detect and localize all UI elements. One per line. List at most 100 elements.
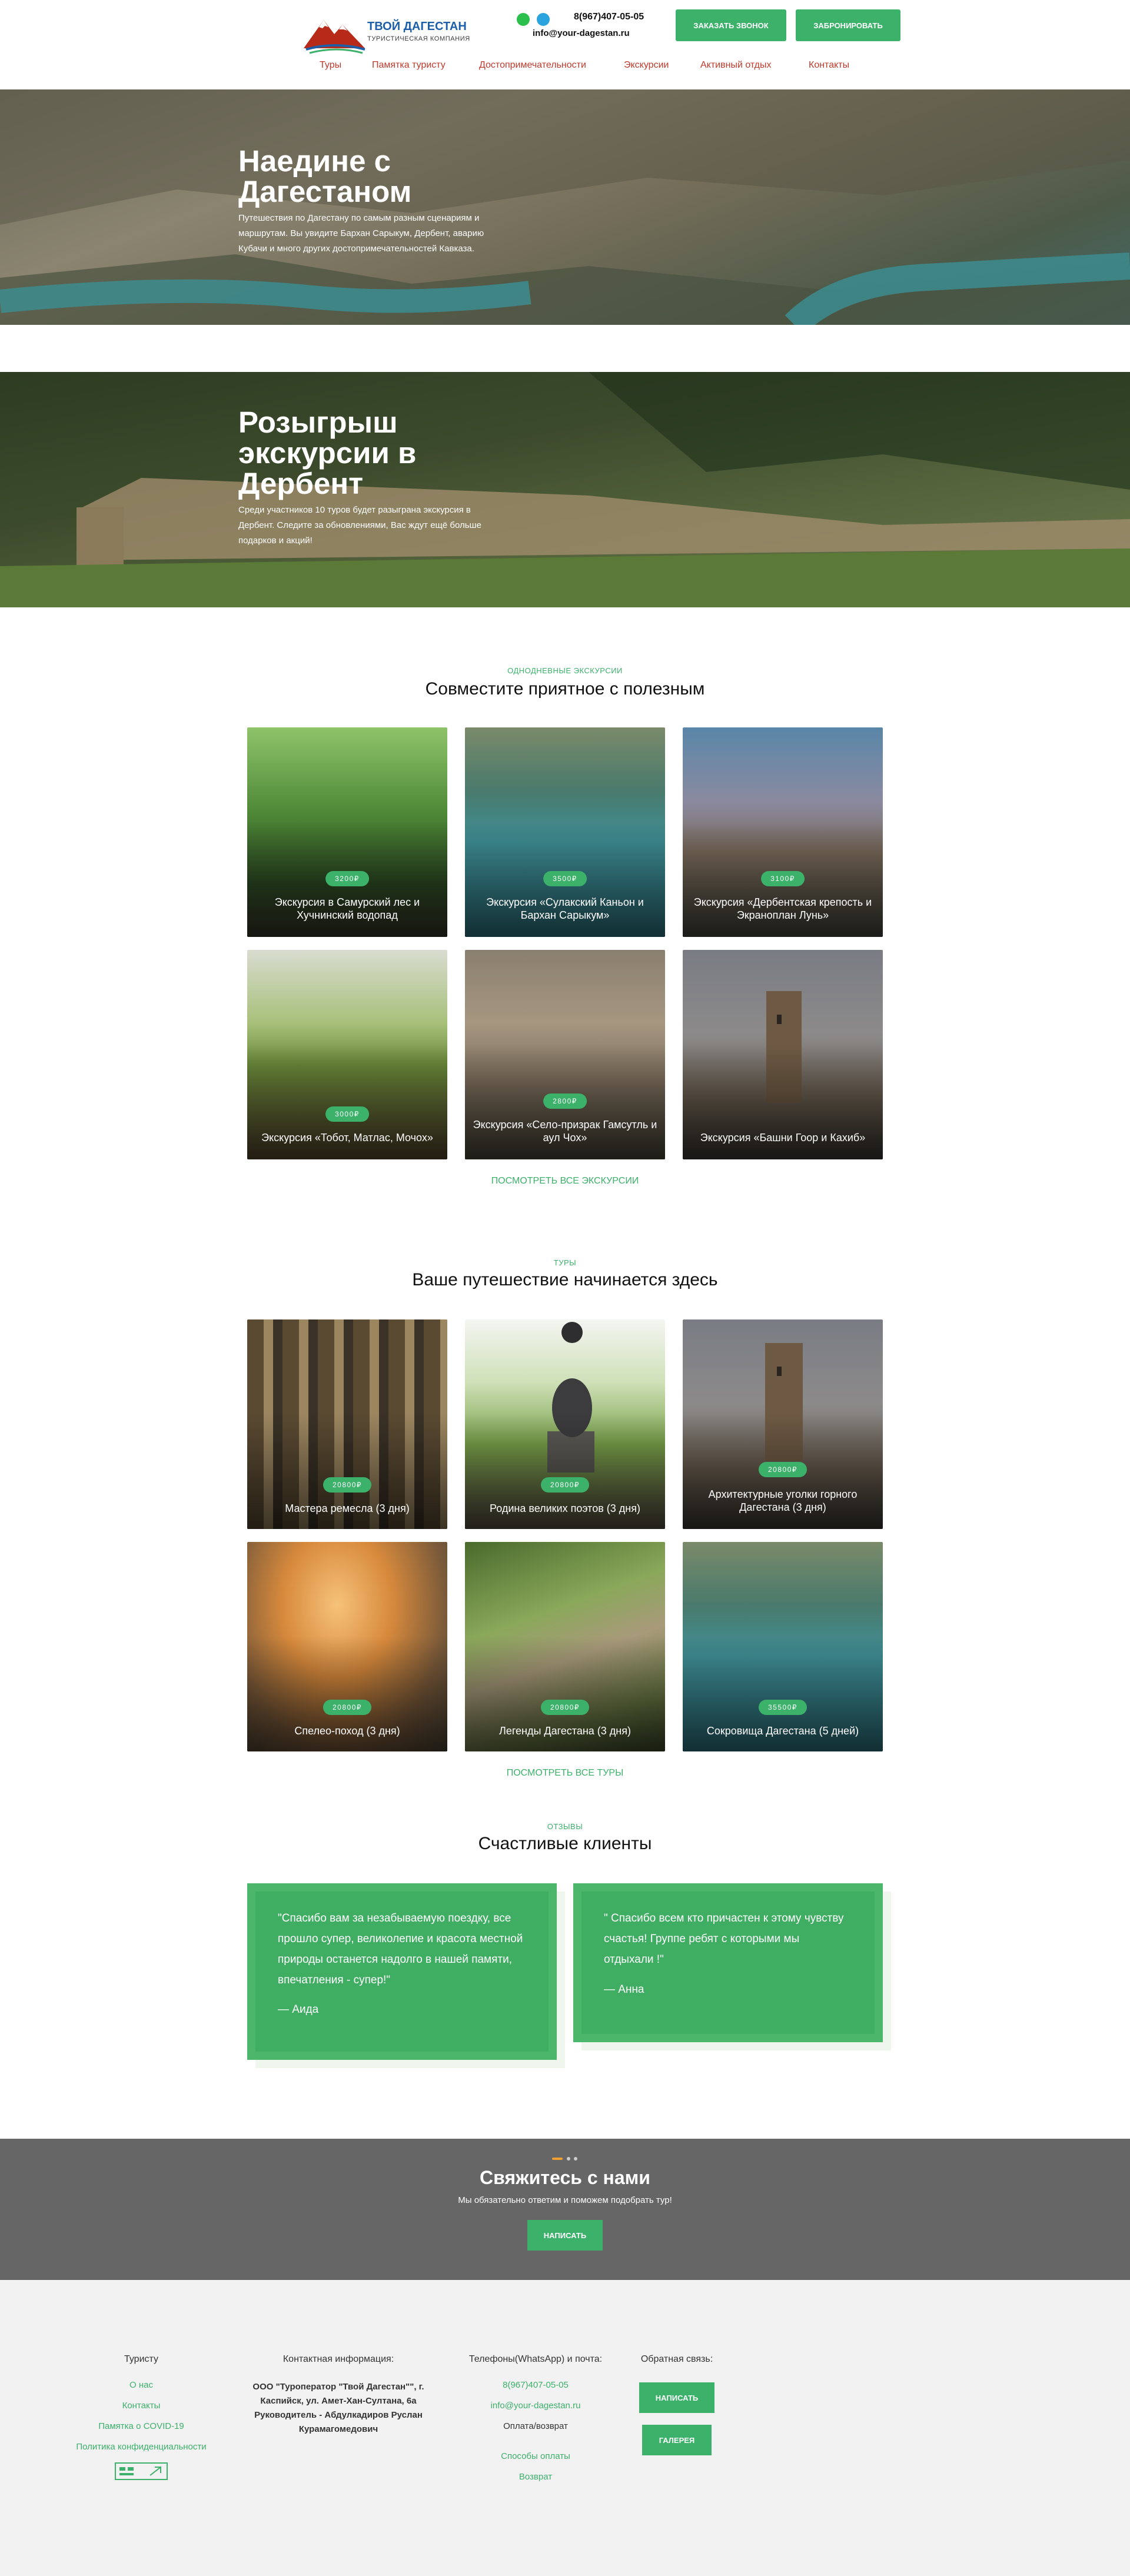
tour-title: Спелео-поход (3 дня) xyxy=(294,1725,400,1737)
all-tours-link[interactable]: ПОСМОТРЕТЬ ВСЕ ТУРЫ xyxy=(0,1768,1130,1779)
footer-link-privacy[interactable]: Политика конфиденциальности xyxy=(59,2442,224,2452)
excursions-eyebrow: ОДНОДНЕВНЫЕ ЭКСКУРСИИ xyxy=(507,666,623,675)
excursion-title: Экскурсия «Село-призрак Гамсутль и аул Ч… xyxy=(473,1119,657,1144)
all-excursions-link[interactable]: ПОСМОТРЕТЬ ВСЕ ЭКСКУРСИИ xyxy=(0,1176,1130,1186)
hero-description: Путешествия по Дагестану по самым разным… xyxy=(238,213,484,254)
review-card: "Спасибо вам за незабываемую поездку, вс… xyxy=(247,1883,557,2060)
nav-item-sights[interactable]: Достопримечательности xyxy=(479,60,586,71)
tours-title: Ваше путешествие начинается здесь xyxy=(412,1270,718,1289)
excursion-card[interactable]: 3100₽ Экскурсия «Дербентская крепость и … xyxy=(683,727,883,937)
footer-email[interactable]: info@your-dagestan.ru xyxy=(453,2401,618,2411)
price-badge: 35500₽ xyxy=(758,1700,807,1715)
footer-link-covid[interactable]: Памятка о COVID-19 xyxy=(59,2421,224,2431)
nav-item-excursions[interactable]: Экскурсии xyxy=(624,60,669,71)
excursion-card[interactable]: 3000₽ Экскурсия «Тобот, Матлас, Мочох» xyxy=(247,950,447,1159)
company-info: ООО "Туроператор "Твой Дагестан"", г. Ка… xyxy=(252,2382,424,2434)
logo[interactable]: ТВОЙ ДАГЕСТАН ТУРИСТИЧЕСКАЯ КОМПАНИЯ xyxy=(301,13,470,55)
nav-item-contacts[interactable]: Контакты xyxy=(809,60,849,71)
tour-card[interactable]: 20800₽ Легенды Дагестана (3 дня) xyxy=(465,1542,665,1751)
nav-item-tourist-memo[interactable]: Памятка туристу xyxy=(372,60,446,71)
site-header: ТВОЙ ДАГЕСТАН ТУРИСТИЧЕСКАЯ КОМПАНИЯ 8(9… xyxy=(0,0,1130,89)
excursion-title: Экскурсия «Дербентская крепость и Экрано… xyxy=(693,896,872,921)
excursion-title: Экскурсия «Башни Гоор и Кахиб» xyxy=(700,1132,866,1144)
excursions-title: Совместите приятное с полезным xyxy=(425,679,705,699)
price-badge: 20800₽ xyxy=(758,1462,807,1477)
payment-heading: Оплата/возврат xyxy=(503,2421,568,2431)
footer-heading: Телефоны(WhatsApp) и почта: xyxy=(468,2354,603,2364)
review-text: "Спасибо вам за незабываемую поездку, вс… xyxy=(278,1912,523,1986)
promo-title: Розыгрыш экскурсии в Дербент xyxy=(238,405,417,500)
footer-link-return[interactable]: Возврат xyxy=(453,2472,618,2482)
footer-col-feedback: Обратная связь: НАПИСАТЬ ГАЛЕРЕЯ xyxy=(624,2354,730,2455)
footer-heading: Обратная связь: xyxy=(640,2354,713,2364)
promo-banner: Розыгрыш экскурсии в Дербент Среди участ… xyxy=(0,372,1130,607)
main-nav: Туры Памятка туристу Достопримечательнос… xyxy=(0,60,1130,75)
price-badge: 3200₽ xyxy=(325,871,369,886)
canyon-image xyxy=(0,89,1130,325)
review-author: — Аида xyxy=(278,2003,319,2016)
derbent-fortress-image xyxy=(0,372,1130,607)
excursion-title: Экскурсия в Самурский лес и Хучнинский в… xyxy=(274,896,420,921)
tour-card[interactable]: 35500₽ Сокровища Дагестана (5 дней) xyxy=(683,1542,883,1751)
header-phone[interactable]: 8(967)407-05-05 xyxy=(574,12,644,22)
contact-subtitle: Мы обязательно ответим и поможем подобра… xyxy=(458,2195,672,2205)
review-card: " Спасибо всем кто причастен к этому чув… xyxy=(573,1883,883,2042)
price-badge: 20800₽ xyxy=(323,1700,372,1715)
logo-name: ТВОЙ ДАГЕСТАН xyxy=(367,20,467,33)
tour-card[interactable]: 20800₽ Спелео-поход (3 дня) xyxy=(247,1542,447,1751)
gallery-button[interactable]: ГАЛЕРЕЯ xyxy=(642,2425,712,2455)
tour-card[interactable]: 20800₽ Архитектурные уголки горного Даге… xyxy=(683,1319,883,1529)
hero-banner: Наедине с Дагестаном Путешествия по Даге… xyxy=(0,89,1130,325)
whatsapp-icon[interactable] xyxy=(517,13,530,26)
header-email[interactable]: info@your-dagestan.ru xyxy=(533,28,630,38)
promo-description: Среди участников 10 туров будет разыгран… xyxy=(238,505,481,546)
tour-title: Легенды Дагестана (3 дня) xyxy=(499,1725,631,1737)
site-footer: Туристу О нас Контакты Памятка о COVID-1… xyxy=(0,2280,1130,2576)
nav-item-tours[interactable]: Туры xyxy=(320,60,341,71)
footer-phone[interactable]: 8(967)407-05-05 xyxy=(453,2380,618,2390)
price-badge: 20800₽ xyxy=(540,1477,590,1493)
footer-link-payment[interactable]: Способы оплаты xyxy=(453,2451,618,2461)
tour-title: Мастера ремесла (3 дня) xyxy=(285,1503,410,1514)
footer-link-about[interactable]: О нас xyxy=(59,2380,224,2390)
price-badge: 20800₽ xyxy=(323,1477,372,1493)
slider-dots-icon[interactable] xyxy=(552,2156,578,2161)
footer-col-phones: Телефоны(WhatsApp) и почта: 8(967)407-05… xyxy=(453,2354,618,2492)
review-text: " Спасибо всем кто причастен к этому чув… xyxy=(604,1912,844,1966)
call-request-button[interactable]: ЗАКАЗАТЬ ЗВОНОК xyxy=(676,9,786,41)
price-badge: 20800₽ xyxy=(540,1700,590,1715)
write-button[interactable]: НАПИСАТЬ xyxy=(527,2220,603,2251)
telegram-icon[interactable] xyxy=(537,13,550,26)
review-author: — Анна xyxy=(604,1983,644,1996)
footer-link-contacts[interactable]: Контакты xyxy=(59,2401,224,2411)
tour-card[interactable]: 20800₽ Мастера ремесла (3 дня) xyxy=(247,1319,447,1529)
tour-title: Родина великих поэтов (3 дня) xyxy=(490,1503,640,1514)
excursion-card[interactable]: 2800₽ Экскурсия «Село-призрак Гамсутль и… xyxy=(465,950,665,1159)
nav-item-active-rest[interactable]: Активный отдых xyxy=(700,60,772,71)
excursion-card[interactable]: 3500₽ Экскурсия «Сулакский Каньон и Барх… xyxy=(465,727,665,937)
price-badge: 2800₽ xyxy=(543,1093,587,1109)
price-badge: 3000₽ xyxy=(325,1106,369,1122)
excursion-card[interactable]: 3200₽ Экскурсия в Самурский лес и Хучнин… xyxy=(247,727,447,937)
reviews-eyebrow: ОТЗЫВЫ xyxy=(547,1822,583,1831)
excursion-title: Экскурсия «Тобот, Матлас, Мочох» xyxy=(261,1132,433,1144)
price-badge: 3100₽ xyxy=(761,871,805,886)
tour-title: Сокровища Дагестана (5 дней) xyxy=(706,1725,859,1737)
book-button[interactable]: ЗАБРОНИРОВАТЬ xyxy=(796,9,900,41)
excursion-card[interactable]: Экскурсия «Башни Гоор и Кахиб» xyxy=(683,950,883,1159)
contact-section: Свяжитесь с нами Мы обязательно ответим … xyxy=(0,2139,1130,2280)
price-badge: 3500₽ xyxy=(543,871,587,886)
hero-title: Наедине с Дагестаном xyxy=(238,144,412,208)
tour-card[interactable]: 20800₽ Родина великих поэтов (3 дня) xyxy=(465,1319,665,1529)
footer-heading: Туристу xyxy=(124,2354,159,2364)
logo-subtitle: ТУРИСТИЧЕСКАЯ КОМПАНИЯ xyxy=(367,35,470,42)
tours-eyebrow: ТУРЫ xyxy=(553,1258,577,1267)
excursion-title: Экскурсия «Сулакский Каньон и Бархан Сар… xyxy=(486,896,644,921)
footer-col-tourist: Туристу О нас Контакты Памятка о COVID-1… xyxy=(59,2354,224,2480)
footer-heading: Контактная информация: xyxy=(282,2354,394,2364)
footer-col-contact-info: Контактная информация: ООО "Туроператор … xyxy=(241,2354,436,2437)
footer-write-button[interactable]: НАПИСАТЬ xyxy=(639,2382,714,2413)
mountain-logo-icon xyxy=(304,20,365,54)
reviews-title: Счастливые клиенты xyxy=(478,1834,652,1853)
payment-card-icon xyxy=(115,2462,168,2480)
